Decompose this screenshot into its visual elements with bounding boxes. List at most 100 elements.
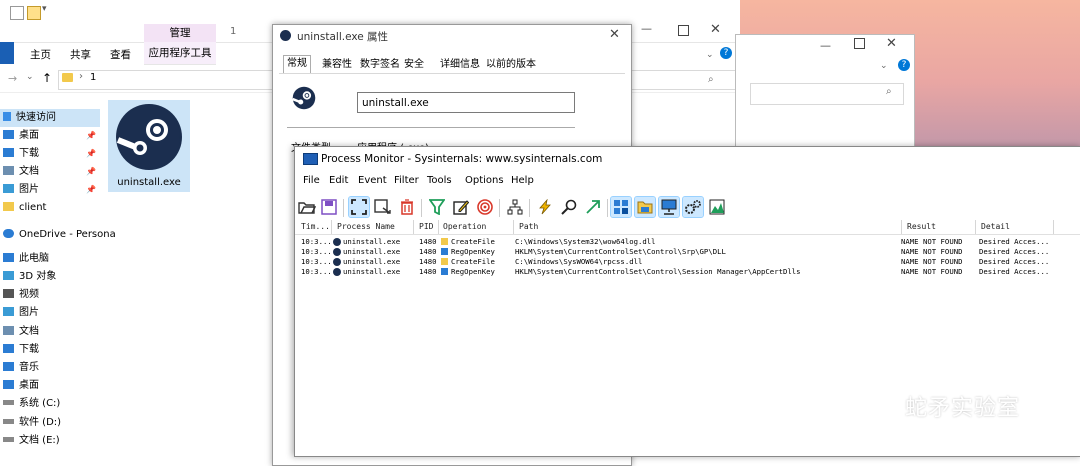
this-pc-item-1[interactable]: 视频 [0, 286, 100, 304]
tab-home[interactable]: 主页 [30, 47, 51, 63]
sidebar-item-0[interactable]: 桌面 📌 [0, 127, 100, 145]
pin-icon[interactable]: 📌 [86, 181, 96, 199]
close-button[interactable]: ✕ [710, 22, 721, 37]
help-icon[interactable]: ? [720, 47, 732, 59]
tab-share[interactable]: 共享 [70, 47, 91, 63]
tab-application-tools[interactable]: 应用程序工具 [144, 42, 216, 65]
minimize-button[interactable]: — [641, 22, 652, 35]
open-icon[interactable] [297, 197, 317, 217]
sidebar-item-4[interactable]: client [0, 199, 100, 217]
nav-quick-access[interactable]: 快速访问 [0, 109, 100, 127]
menu-file[interactable]: File [303, 173, 320, 189]
sidebar-item-1[interactable]: 下载 📌 [0, 145, 100, 163]
column-header-path[interactable]: Path [519, 220, 538, 234]
this-pc-item-4[interactable]: 下载 [0, 341, 100, 359]
menu-options[interactable]: Options [465, 173, 504, 189]
menu-help[interactable]: Help [511, 173, 534, 189]
tab-0[interactable]: 常规 [283, 55, 311, 74]
this-pc-item-9[interactable]: 文档 (E:) [0, 432, 100, 450]
tab-2[interactable]: 数字签名 [357, 57, 403, 73]
tab-3[interactable]: 安全 [401, 57, 427, 73]
tab-1[interactable]: 兼容性 [319, 57, 355, 73]
this-pc-item-6[interactable]: 桌面 [0, 377, 100, 395]
sidebar-item-3[interactable]: 图片 📌 [0, 181, 100, 199]
quick-access-dropdown-icon[interactable]: ▾ [42, 4, 47, 14]
process-tree-icon[interactable] [505, 197, 525, 217]
tab-view[interactable]: 查看 [110, 47, 131, 63]
highlight-icon[interactable] [451, 197, 471, 217]
file-name-field[interactable]: uninstall.exe [357, 92, 575, 113]
menu-event[interactable]: Event [358, 173, 387, 189]
table-row[interactable]: 10:3... uninstall.exe 1480 CreateFile C:\Win… [295, 257, 1080, 267]
find-icon[interactable] [559, 197, 579, 217]
column-header-pid[interactable]: PID [419, 220, 433, 234]
save-icon[interactable] [319, 197, 339, 217]
process-activity-icon[interactable] [682, 196, 704, 218]
pin-icon[interactable]: 📌 [86, 127, 96, 145]
maximize-button[interactable] [678, 25, 689, 36]
maximize-button[interactable] [854, 38, 865, 49]
column-divider[interactable] [901, 220, 902, 234]
this-pc-item-0[interactable]: 3D 对象 [0, 268, 100, 286]
help-icon[interactable]: ? [898, 59, 910, 71]
this-pc-item-2[interactable]: 图片 [0, 304, 100, 322]
nav-this-pc[interactable]: 此电脑 [0, 250, 100, 268]
ribbon-collapse-icon[interactable]: ⌄ [706, 50, 714, 60]
target-icon[interactable] [475, 197, 495, 217]
capture-icon[interactable] [348, 196, 370, 218]
table-row[interactable]: 10:3... uninstall.exe 1480 RegOpenKey HKLM\S… [295, 247, 1080, 257]
cell-result: NAME NOT FOUND [901, 247, 963, 256]
column-divider[interactable] [1053, 220, 1054, 234]
column-header-time[interactable]: Tim... [301, 220, 330, 234]
autoscroll-icon[interactable] [373, 197, 393, 217]
filter-icon[interactable] [427, 197, 447, 217]
breadcrumb[interactable]: 1 [90, 72, 96, 83]
properties-quick-icon[interactable] [10, 6, 24, 20]
lightning-icon[interactable] [535, 197, 555, 217]
menu-tools[interactable]: Tools [427, 173, 452, 189]
tab-5[interactable]: 以前的版本 [483, 57, 539, 73]
network-activity-icon[interactable] [658, 196, 680, 218]
up-arrow-icon[interactable]: ↑ [42, 71, 52, 85]
this-pc-item-5[interactable]: 音乐 [0, 359, 100, 377]
procmon-title: Process Monitor - Sysinternals: www.sysi… [321, 153, 603, 165]
close-button[interactable]: ✕ [609, 27, 620, 42]
clear-icon[interactable] [397, 197, 417, 217]
table-row[interactable]: 10:3... uninstall.exe 1480 CreateFile C:\Win… [295, 237, 1080, 247]
this-pc-item-7[interactable]: 系统 (C:) [0, 395, 100, 413]
search-input[interactable] [750, 83, 904, 105]
column-header-result[interactable]: Result [907, 220, 936, 234]
nav-onedrive[interactable]: OneDrive - Persona [0, 226, 116, 244]
context-group-manage: 管理 [144, 24, 216, 42]
menu-filter[interactable]: Filter [394, 173, 419, 189]
jump-to-icon[interactable] [583, 197, 603, 217]
toolbar-separator [343, 199, 344, 217]
recent-dropdown-icon[interactable]: ⌄ [26, 72, 34, 82]
column-divider[interactable] [975, 220, 976, 234]
tab-4[interactable]: 详细信息 [437, 57, 483, 73]
close-button[interactable]: ✕ [886, 36, 897, 51]
table-row[interactable]: 10:3... uninstall.exe 1480 RegOpenKey HKLM\S… [295, 267, 1080, 277]
column-header-operation[interactable]: Operation [443, 220, 486, 234]
registry-activity-icon[interactable] [610, 196, 632, 218]
this-pc-item-3[interactable]: 文档 [0, 323, 100, 341]
this-pc-item-8[interactable]: 软件 (D:) [0, 414, 100, 432]
column-divider[interactable] [331, 220, 332, 234]
filesystem-activity-icon[interactable] [634, 196, 656, 218]
new-folder-quick-icon[interactable] [27, 6, 41, 20]
column-divider[interactable] [438, 220, 439, 234]
minimize-button[interactable]: — [820, 39, 831, 52]
profiling-icon[interactable] [707, 197, 727, 217]
pin-icon[interactable]: 📌 [86, 145, 96, 163]
ribbon-collapse-icon[interactable]: ⌄ [880, 61, 888, 71]
procmon-app-icon [303, 153, 318, 165]
file-tab[interactable] [0, 42, 14, 64]
back-arrow-icon[interactable]: → [8, 72, 17, 85]
column-divider[interactable] [513, 220, 514, 234]
column-header-detail[interactable]: Detail [981, 220, 1010, 234]
column-header-process[interactable]: Process Name [337, 220, 395, 234]
column-divider[interactable] [413, 220, 414, 234]
sidebar-item-2[interactable]: 文档 📌 [0, 163, 100, 181]
menu-edit[interactable]: Edit [329, 173, 348, 189]
pin-icon[interactable]: 📌 [86, 163, 96, 181]
